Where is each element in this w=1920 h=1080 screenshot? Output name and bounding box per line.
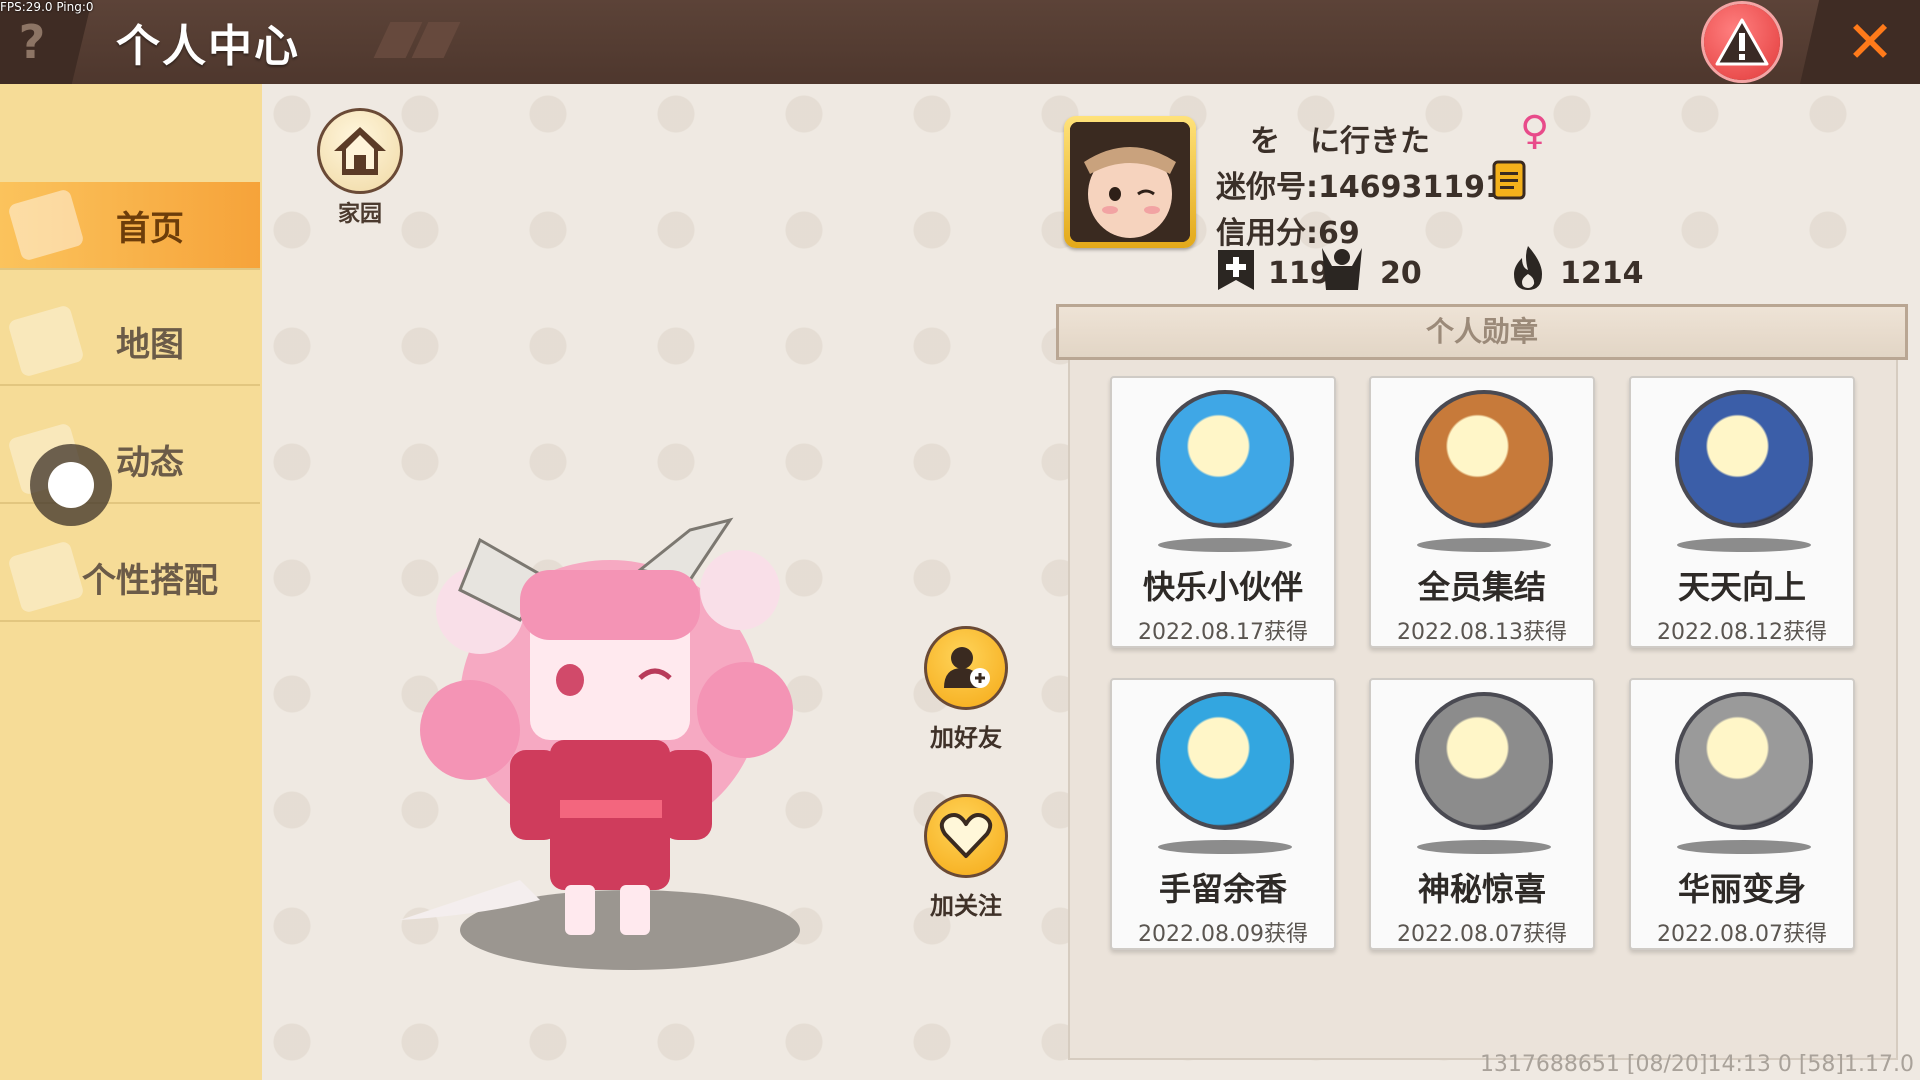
stat-count-2: 20: [1380, 256, 1422, 291]
medal-emblem-icon: [1415, 692, 1553, 830]
medal-name: 快乐小伙伴: [1142, 568, 1303, 606]
copy-icon: [1492, 160, 1526, 200]
sidebar-item-label: 地图: [116, 324, 184, 365]
home-button[interactable]: 家园: [314, 108, 406, 228]
character-sash: [550, 800, 670, 818]
medal-name: 华丽变身: [1677, 870, 1806, 908]
sidebar-item-outfit[interactable]: 个性搭配: [0, 534, 260, 622]
close-icon: ✕: [1845, 8, 1895, 76]
stat-count-3: 1214: [1560, 256, 1644, 291]
add-friend-circle: [924, 626, 1008, 710]
page-title: 个人中心: [116, 21, 300, 72]
fps-overlay: FPS:29.0 Ping:0: [0, 0, 94, 14]
medal-shadow: [1417, 538, 1551, 552]
sidebar-item-label: 首页: [116, 208, 184, 249]
medal-name: 天天向上: [1677, 568, 1806, 606]
medal-card[interactable]: 快乐小伙伴 2022.08.17获得: [1110, 376, 1336, 648]
medal-shadow: [1158, 840, 1292, 854]
medal-shadow: [1417, 840, 1551, 854]
home-circle: [317, 108, 403, 194]
medal-name: 手留余香: [1158, 870, 1287, 908]
avatar-image: [1070, 122, 1190, 242]
avatar[interactable]: [1064, 116, 1196, 248]
touch-joystick[interactable]: [30, 444, 112, 526]
medal-card[interactable]: 全员集结 2022.08.13获得: [1369, 376, 1595, 648]
character-leg-right: [620, 885, 650, 935]
warning-icon: [1715, 18, 1769, 66]
medal-card[interactable]: 华丽变身 2022.08.07获得: [1629, 678, 1855, 950]
sidebar-item-map[interactable]: 地图: [0, 298, 260, 386]
medal-shadow: [1158, 538, 1292, 552]
heart-icon: [939, 813, 993, 858]
medal-card[interactable]: 神秘惊喜 2022.08.07获得: [1369, 678, 1595, 950]
medal-date: 2022.08.13获得: [1397, 620, 1567, 645]
medal-emblem-icon: [1415, 390, 1553, 528]
add-user-icon: [944, 647, 990, 688]
medal-date: 2022.08.09获得: [1138, 922, 1308, 947]
medal-card[interactable]: 天天向上 2022.08.12获得: [1629, 376, 1855, 648]
medal-emblem-icon: [1156, 390, 1294, 528]
follow-circle: [924, 794, 1008, 878]
avatar-portrait: [1070, 122, 1190, 242]
footer-info: 1317688651 [08/20]14:13 0 [58]1.17.0: [1479, 1052, 1914, 1077]
top-bar: ? 个人中心 ✕: [0, 0, 1920, 84]
character-arm-left: [510, 750, 560, 840]
house-icon: [334, 127, 386, 175]
female-icon: ♀: [1520, 108, 1550, 154]
sidebar: 首页 地图 动态 个性搭配: [0, 84, 262, 1080]
house-icon: [7, 188, 85, 262]
pigtail-left: [420, 680, 520, 780]
ear-puff-right: [700, 550, 780, 630]
medal-header: 个人勋章: [1056, 304, 1908, 360]
home-label: 家园: [337, 202, 382, 227]
player-name: を に行きた: [1250, 124, 1430, 159]
sidebar-item-home[interactable]: 首页: [0, 182, 260, 270]
map-icon: [7, 304, 85, 378]
medal-shadow: [1677, 840, 1811, 854]
medal-card[interactable]: 手留余香 2022.08.09获得: [1110, 678, 1336, 950]
medal-date: 2022.08.17获得: [1138, 620, 1308, 645]
medal-name: 全员集结: [1417, 568, 1546, 606]
add-friend-button[interactable]: 加好友: [916, 626, 1016, 753]
medal-date: 2022.08.12获得: [1657, 620, 1827, 645]
medal-shadow: [1677, 538, 1811, 552]
sidebar-item-label: 个性搭配: [82, 560, 218, 601]
bookmark-plus-icon: [1218, 250, 1254, 290]
character-arm-right: [662, 750, 712, 840]
report-button[interactable]: [1704, 4, 1780, 80]
player-character[interactable]: [400, 500, 820, 980]
character-bangs: [520, 570, 700, 640]
fire-icon: [1514, 246, 1542, 290]
eye-left: [556, 664, 584, 696]
question-icon: ?: [18, 15, 46, 69]
close-button[interactable]: ✕: [1800, 0, 1920, 84]
medal-date: 2022.08.07获得: [1397, 922, 1567, 947]
add-friend-label: 加好友: [930, 724, 1002, 752]
pigtail-right: [697, 662, 793, 758]
follow-label: 加关注: [930, 892, 1002, 920]
copy-button[interactable]: [1490, 160, 1530, 206]
medal-emblem-icon: [1675, 692, 1813, 830]
medal-emblem-icon: [1675, 390, 1813, 528]
mini-id: 迷你号:1469311918: [1216, 170, 1527, 205]
medal-date: 2022.08.07获得: [1657, 922, 1827, 947]
medal-name: 神秘惊喜: [1417, 870, 1546, 908]
character-leg-left: [565, 885, 595, 935]
joystick-knob[interactable]: [48, 462, 94, 508]
fans-icon: [1322, 248, 1362, 290]
follow-button[interactable]: 加关注: [916, 794, 1016, 921]
medal-emblem-icon: [1156, 692, 1294, 830]
